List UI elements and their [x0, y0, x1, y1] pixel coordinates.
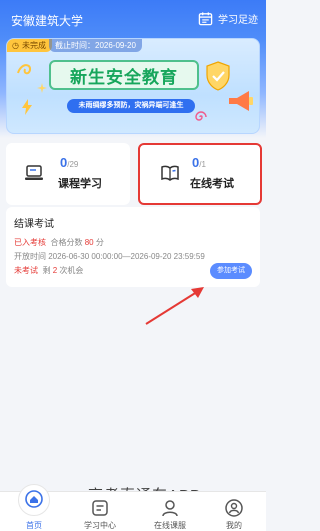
- bottom-nav: 首页 学习中心 在线课服 我的: [0, 484, 266, 531]
- school-title: 安徽建筑大学: [11, 14, 84, 28]
- exam-progress: 0/1: [192, 155, 206, 170]
- course-total: /29: [67, 160, 79, 169]
- home-icon: [25, 490, 43, 508]
- banner-area: ◷ 未完成 截止时间：2026-09-20 新生安全教育 未雨绸缪多预防，灾祸异…: [0, 38, 266, 138]
- course-study-card[interactable]: 0/29 课程学习: [6, 143, 130, 205]
- red-arrow-icon: [145, 287, 204, 325]
- nav-mine-label: 我的: [226, 521, 242, 530]
- deadline-label: 截止时间：2026-09-20: [49, 39, 142, 52]
- spiral-icon: [195, 111, 207, 121]
- banner-headline-board: 新生安全教育: [49, 60, 199, 90]
- assessment-tag: 已入考核: [14, 238, 46, 247]
- banner-headline: 新生安全教育: [70, 67, 178, 87]
- nav-mine[interactable]: 我的: [204, 492, 264, 531]
- clock-icon: ◷: [12, 41, 19, 50]
- nav-home-label: 首页: [26, 521, 42, 530]
- status-badge: ◷ 未完成: [7, 39, 52, 52]
- exam-title: 结课考试: [14, 219, 54, 230]
- exam-status-row: 未考试 剩 2 次机会: [14, 265, 83, 276]
- profile-icon: [225, 499, 243, 517]
- open-time-range: 2026-06-30 00:00:00—2026-09-20 23:59:59: [48, 252, 205, 261]
- lightning-icon: [22, 99, 32, 115]
- laptop-icon: [25, 165, 43, 180]
- exam-total: /1: [199, 160, 206, 169]
- nav-online-service-label: 在线课服: [154, 521, 186, 530]
- course-study-label: 课程学习: [58, 178, 102, 190]
- top-header: 安徽建筑大学 学习足迹: [0, 0, 266, 38]
- megaphone-icon: [229, 91, 253, 111]
- pass-score-value: 80: [84, 238, 94, 247]
- learning-footprint-button[interactable]: 学习足迹: [198, 9, 258, 27]
- yellow-swirl-icon: [17, 64, 32, 75]
- calendar-icon: [198, 11, 213, 25]
- pass-score-unit: 分: [95, 238, 104, 247]
- shield-icon: [206, 61, 230, 91]
- online-exam-card[interactable]: 0/1 在线考试: [138, 143, 262, 205]
- sparkle-icon: [37, 83, 47, 93]
- nav-online-service[interactable]: 在线课服: [140, 492, 200, 531]
- status-label: 未完成: [21, 41, 46, 50]
- exam-open-time-row: 开放时间 2026-06-30 00:00:00—2026-09-20 23:5…: [14, 251, 205, 262]
- banner-slogan: 未雨绸缪多预防，灾祸异端可逢生: [67, 99, 195, 113]
- open-time-prefix: 开放时间: [14, 252, 46, 261]
- nav-study-center[interactable]: 学习中心: [70, 492, 130, 531]
- take-exam-button[interactable]: 参加考试: [210, 263, 252, 279]
- online-exam-label: 在线考试: [190, 178, 234, 190]
- nav-study-center-label: 学习中心: [84, 521, 116, 530]
- exam-status: 未考试: [14, 266, 38, 275]
- customer-service-icon: [162, 500, 178, 517]
- exam-assessment-row: 已入考核 合格分数 80 分: [14, 237, 104, 248]
- remain-suffix: 次机会: [59, 266, 84, 275]
- book-icon: [161, 165, 179, 181]
- safety-education-banner[interactable]: ◷ 未完成 截止时间：2026-09-20 新生安全教育 未雨绸缪多预防，灾祸异…: [6, 38, 260, 134]
- course-progress: 0/29: [60, 155, 78, 170]
- footprint-label: 学习足迹: [218, 14, 258, 26]
- remain-prefix: 剩: [42, 266, 51, 275]
- remain-count: 2: [52, 266, 58, 275]
- final-exam-card: 结课考试 已入考核 合格分数 80 分 开放时间 2026-06-30 00:0…: [6, 207, 260, 287]
- study-center-icon: [92, 500, 108, 516]
- pass-score-prefix: 合格分数: [50, 238, 83, 247]
- nav-home[interactable]: 首页: [4, 484, 64, 531]
